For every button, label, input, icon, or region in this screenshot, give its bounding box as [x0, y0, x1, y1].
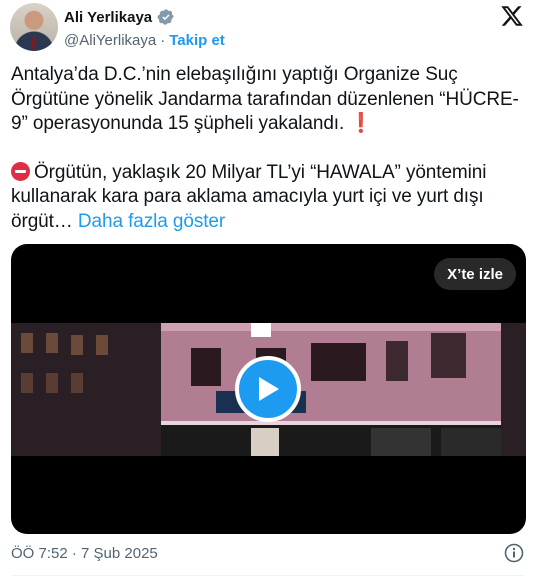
handle-separator: · [160, 32, 166, 49]
author-handle-row: @AliYerlikaya · Takip et [64, 32, 225, 49]
watch-on-x-button[interactable]: X’te izle [434, 258, 516, 290]
exclamation-emoji: ❗ [349, 113, 373, 134]
verified-badge-icon [157, 8, 175, 26]
tweet-timestamp[interactable]: ÖÖ 7:52 · 7 Şub 2025 [11, 545, 158, 562]
author-avatar[interactable] [10, 3, 58, 51]
x-logo-icon[interactable] [500, 4, 524, 28]
bottom-divider [11, 575, 525, 576]
show-more-link[interactable]: Daha fazla göster [78, 211, 225, 232]
info-icon[interactable] [504, 543, 524, 563]
play-icon[interactable] [235, 356, 301, 422]
follow-button[interactable]: Takip et [169, 32, 225, 49]
tweet-text: Antalya’da D.C.’nin elebaşılığını yaptığ… [11, 63, 526, 234]
tweet-paragraph-2: Örgütün, yaklaşık 20 Milyar TL’yi “HAWAL… [11, 161, 487, 232]
video-player[interactable]: X’te izle [11, 244, 526, 534]
no-entry-icon [11, 161, 30, 181]
author-handle[interactable]: @AliYerlikaya [64, 32, 156, 49]
author-display-name[interactable]: Ali Yerlikaya [64, 9, 152, 26]
tweet-paragraph-1: Antalya’da D.C.’nin elebaşılığını yaptığ… [11, 64, 519, 134]
author-name-row: Ali Yerlikaya [64, 8, 175, 26]
tweet-card: Ali Yerlikaya @AliYerlikaya · Takip et A… [0, 0, 536, 578]
